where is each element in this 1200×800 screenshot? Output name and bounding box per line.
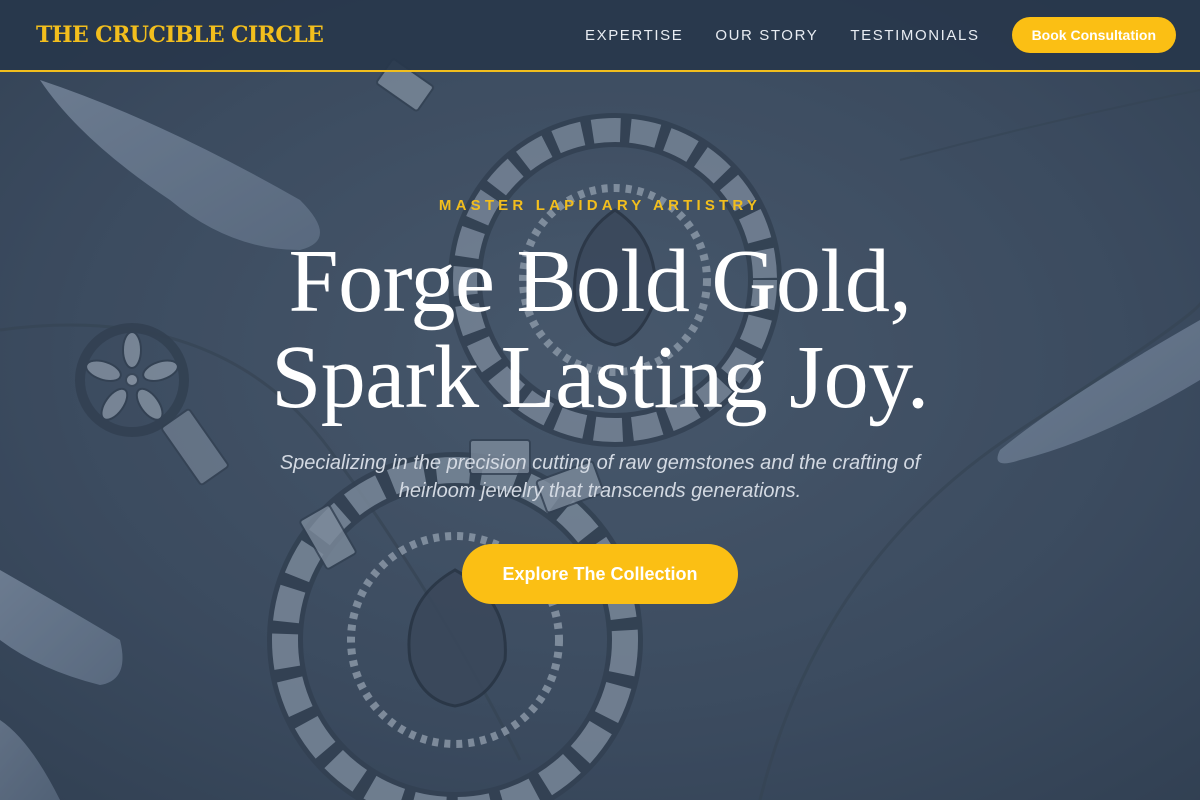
- hero-headline-line-1: Forge Bold Gold,: [288, 232, 912, 331]
- landing-page: THE CRUCIBLE CIRCLE EXPERTISE OUR STORY …: [0, 0, 1200, 800]
- nav-link-testimonials[interactable]: TESTIMONIALS: [850, 27, 979, 44]
- hero-headline-line-2: Spark Lasting Joy.: [271, 328, 929, 427]
- book-consultation-button[interactable]: Book Consultation: [1011, 17, 1176, 53]
- top-navigation-bar: THE CRUCIBLE CIRCLE EXPERTISE OUR STORY …: [0, 0, 1200, 72]
- hero-eyebrow: MASTER LAPIDARY ARTISTRY: [438, 197, 762, 214]
- nav-link-expertise[interactable]: EXPERTISE: [585, 27, 683, 44]
- hero-section: MASTER LAPIDARY ARTISTRY Forge Bold Gold…: [0, 0, 1200, 800]
- explore-collection-button[interactable]: Explore The Collection: [462, 544, 738, 604]
- brand-logo[interactable]: THE CRUCIBLE CIRCLE: [36, 22, 324, 48]
- hero-headline: Forge Bold Gold, Spark Lasting Joy.: [0, 234, 1200, 426]
- nav-link-our-story[interactable]: OUR STORY: [715, 27, 818, 44]
- hero-subtext: Specializing in the precision cutting of…: [279, 452, 921, 502]
- primary-nav: EXPERTISE OUR STORY TESTIMONIALS Book Co…: [585, 17, 1176, 53]
